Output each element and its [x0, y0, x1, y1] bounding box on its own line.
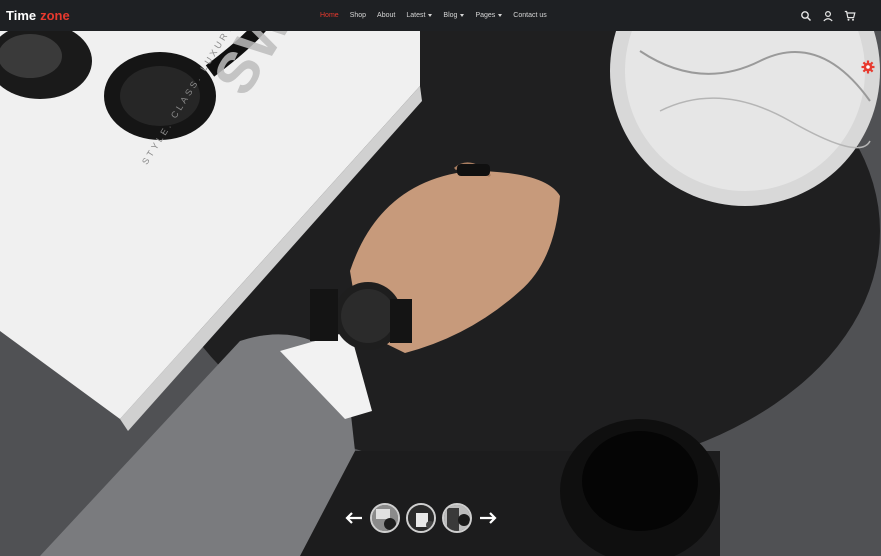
brand-logo[interactable]: Time zone	[6, 8, 70, 23]
hero-banner: SWAGGER STYLE. CLASS. LUXURY.	[0, 31, 881, 556]
chevron-down-icon	[428, 14, 433, 17]
chevron-down-icon	[498, 14, 503, 17]
nav-item-contact[interactable]: Contact us	[513, 12, 546, 19]
nav-label: Shop	[349, 12, 367, 19]
nav-item-latest[interactable]: Latest	[406, 12, 433, 19]
site-header: Time zone Home Shop About Latest Blog Pag…	[0, 0, 881, 31]
header-icons	[800, 10, 856, 22]
nav-label: Latest	[406, 12, 426, 19]
slider-controls	[344, 503, 498, 533]
cart-icon[interactable]	[844, 10, 856, 22]
nav-item-pages[interactable]: Pages	[475, 12, 503, 19]
slider-thumbnail[interactable]	[406, 503, 436, 533]
nav-item-shop[interactable]: Shop	[350, 12, 366, 19]
hero-image	[0, 31, 881, 556]
nav-label: Blog	[443, 12, 458, 19]
main-nav: Home Shop About Latest Blog Pages Contac…	[320, 12, 558, 19]
slider-thumbnail[interactable]	[442, 503, 472, 533]
slider-thumbnail[interactable]	[370, 503, 400, 533]
nav-item-about[interactable]: About	[377, 12, 395, 19]
search-icon[interactable]	[800, 10, 812, 22]
nav-label: About	[377, 12, 396, 19]
brand-name-part2: zone	[40, 8, 70, 23]
chevron-down-icon	[460, 14, 465, 17]
arrow-right-icon[interactable]	[478, 511, 498, 525]
user-icon[interactable]	[822, 10, 834, 22]
arrow-left-icon[interactable]	[344, 511, 364, 525]
nav-label: Contact us	[513, 12, 547, 19]
gear-icon[interactable]	[861, 60, 875, 74]
brand-name-part1: Time	[6, 8, 37, 23]
nav-label: Home	[320, 12, 339, 19]
nav-item-home[interactable]: Home	[320, 12, 339, 19]
nav-item-blog[interactable]: Blog	[443, 12, 465, 19]
nav-label: Pages	[475, 12, 496, 19]
